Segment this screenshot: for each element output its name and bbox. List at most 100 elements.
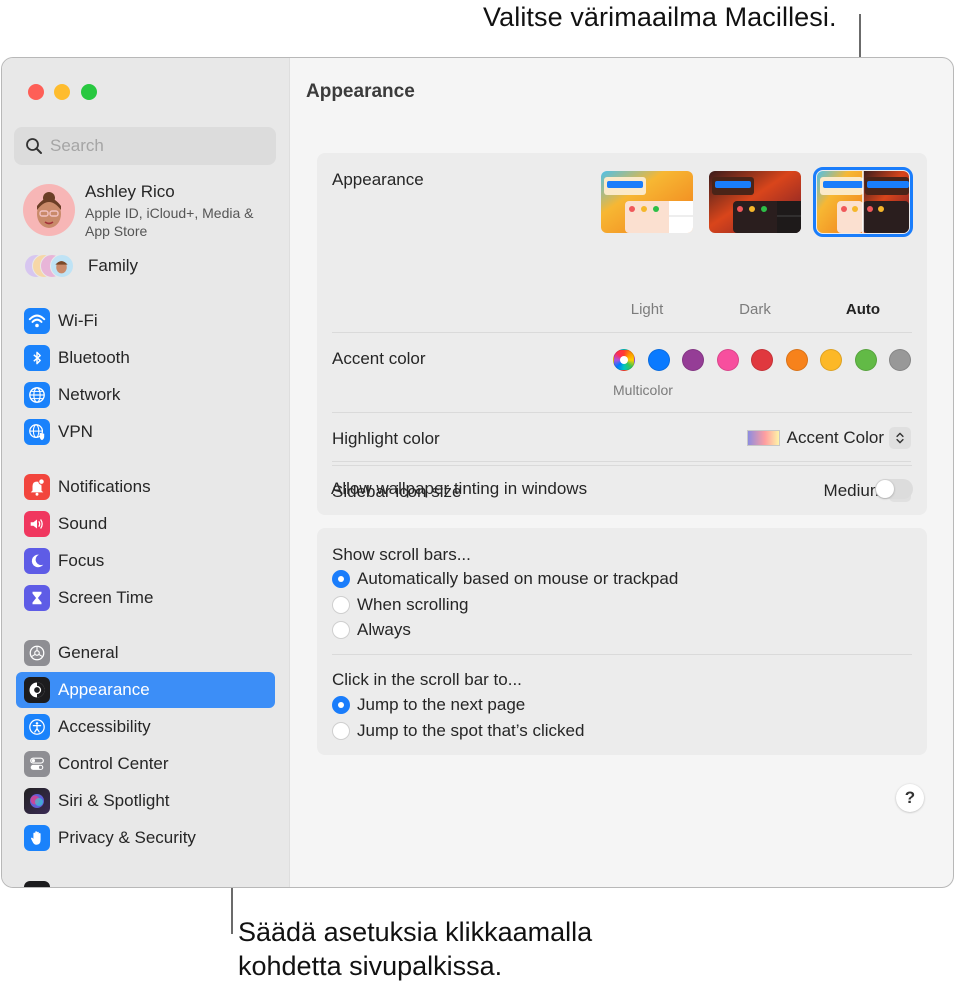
divider: [332, 654, 912, 655]
appearance-label: Appearance: [332, 170, 424, 189]
sidebar-item-label: Notifications: [58, 477, 151, 496]
wallpaper-tinting-label: Allow wallpaper tinting in windows: [331, 479, 588, 498]
globe-icon: [24, 382, 50, 408]
sidebar-item-control-center[interactable]: Control Center: [16, 746, 275, 782]
sidebar-item-bluetooth[interactable]: Bluetooth: [16, 340, 275, 376]
show-scroll-bars-heading: Show scroll bars...: [332, 545, 471, 564]
accent-color-label: Accent color: [332, 349, 426, 368]
sidebar-item-label: Network: [58, 385, 121, 404]
hand-icon: [24, 825, 50, 851]
sidebar-item-label: Siri & Spotlight: [58, 791, 170, 810]
wallpaper-tinting-toggle[interactable]: [875, 479, 913, 499]
siri-icon: [24, 788, 50, 814]
appearance-option-dark[interactable]: [709, 171, 801, 233]
gear-icon: [24, 640, 50, 666]
highlight-color-popup[interactable]: Accent Color: [746, 427, 911, 449]
highlight-color-swatch: [746, 430, 780, 446]
sidebar-item-focus[interactable]: Focus: [16, 543, 275, 579]
sidebar-item-label: Wi-Fi: [58, 311, 98, 330]
system-settings-window: Ashley Rico Apple ID, iCloud+, Media & A…: [1, 57, 954, 888]
accessibility-icon: [24, 714, 50, 740]
hourglass-icon: [24, 585, 50, 611]
accent-swatch-blue[interactable]: [647, 349, 670, 371]
accent-swatch-yellow[interactable]: [820, 349, 842, 371]
sidebar-item-vpn[interactable]: VPN: [16, 414, 275, 450]
sidebar: Ashley Rico Apple ID, iCloud+, Media & A…: [2, 58, 290, 887]
radio-label: Always: [357, 620, 411, 639]
accent-swatch-multicolor[interactable]: [613, 349, 635, 371]
sidebar-item-sound[interactable]: Sound: [16, 506, 275, 542]
callout-sidebar-hint-line1: Säädä asetuksia klikkaamalla: [238, 917, 593, 947]
search-icon: [26, 138, 42, 154]
highlight-color-value: Accent Color: [786, 428, 884, 447]
profile-subtitle: Apple ID, iCloud+, Media & App Store: [85, 205, 254, 239]
avatar: [23, 184, 75, 236]
moon-icon: [24, 548, 50, 574]
sidebar-item-notifications[interactable]: Notifications: [16, 469, 275, 505]
search-input[interactable]: [50, 127, 270, 165]
appearance-option-auto[interactable]: [813, 167, 913, 237]
family-avatars: [24, 254, 84, 278]
accent-swatch-green[interactable]: [854, 349, 877, 371]
bell-badge-icon: [24, 474, 50, 500]
page-title: Appearance: [306, 81, 415, 102]
toggle-knob: [876, 480, 894, 498]
radio-label: Jump to the spot that’s clicked: [357, 721, 585, 740]
radio-label: Automatically based on mouse or trackpad: [357, 569, 679, 588]
scroll-bars-group: Show scroll bars... Automatically based …: [317, 528, 927, 755]
divider: [332, 461, 911, 462]
accent-swatch-red[interactable]: [751, 349, 773, 371]
sidebar-item-label: Screen Time: [58, 588, 154, 607]
selected-indicator: [620, 356, 628, 364]
sidebar-item-label: General: [58, 643, 119, 662]
accent-selected-label: Multicolor: [613, 382, 673, 398]
zoom-window-button[interactable]: [81, 84, 97, 100]
accent-swatch-orange[interactable]: [785, 349, 808, 371]
minimize-window-button[interactable]: [54, 84, 70, 100]
vpn-globe-shield-icon: [24, 419, 50, 445]
sidebar-item-label: Control Center: [58, 754, 169, 773]
sidebar-item-screen-time[interactable]: Screen Time: [16, 580, 275, 616]
desktop-dock-icon: [24, 881, 50, 887]
profile-name: Ashley Rico: [85, 182, 175, 201]
sidebar-item-label: Bluetooth: [58, 348, 130, 367]
sidebar-item-wifi[interactable]: Wi-Fi: [16, 303, 275, 339]
click-scroll-bar-heading: Click in the scroll bar to...: [332, 670, 522, 689]
appearance-option-dark-label: Dark: [739, 301, 771, 318]
sidebar-item-general[interactable]: General: [16, 635, 275, 671]
close-window-button[interactable]: [28, 84, 44, 100]
family-item[interactable]: Family: [20, 251, 275, 281]
sidebar-item-privacy-security[interactable]: Privacy & Security: [16, 820, 275, 856]
sidebar-item-partial[interactable]: [16, 876, 275, 887]
sidebar-item-label: Focus: [58, 551, 105, 570]
sidebar-item-label: Accessibility: [58, 717, 151, 736]
search-field[interactable]: [14, 127, 276, 165]
toggles-icon: [24, 751, 50, 777]
sidebar-item-label: Appearance: [58, 680, 150, 699]
apple-id-profile[interactable]: Ashley Rico Apple ID, iCloud+, Media & A…: [20, 180, 275, 242]
radio-button[interactable]: [332, 570, 350, 588]
radio-button[interactable]: [332, 696, 350, 714]
accent-swatch-graphite[interactable]: [889, 349, 911, 371]
sidebar-item-label: Privacy & Security: [58, 828, 196, 847]
appearance-option-auto-label: Auto: [845, 301, 881, 318]
sidebar-item-accessibility[interactable]: Accessibility: [16, 709, 275, 745]
appearance-option-light-label: Light: [630, 301, 664, 318]
sidebar-item-network[interactable]: Network: [16, 377, 275, 413]
sidebar-item-label: Sound: [58, 514, 108, 533]
radio-button[interactable]: [332, 722, 350, 740]
divider: [332, 465, 912, 466]
radio-button[interactable]: [332, 621, 350, 639]
bluetooth-icon: [24, 345, 50, 371]
accent-swatch-pink[interactable]: [716, 349, 739, 371]
callout-sidebar-hint-line2: kohdetta sivupalkissa.: [238, 951, 503, 981]
highlight-color-label: Highlight color: [332, 429, 440, 448]
sidebar-item-siri-spotlight[interactable]: Siri & Spotlight: [16, 783, 275, 819]
chevron-up-down-icon: [889, 427, 911, 449]
accent-swatch-purple[interactable]: [682, 349, 704, 371]
appearance-option-light[interactable]: [601, 171, 693, 233]
sidebar-item-appearance[interactable]: Appearance: [16, 672, 275, 708]
radio-button[interactable]: [332, 596, 350, 614]
wifi-icon: [24, 308, 50, 334]
help-button[interactable]: ?: [896, 784, 924, 812]
